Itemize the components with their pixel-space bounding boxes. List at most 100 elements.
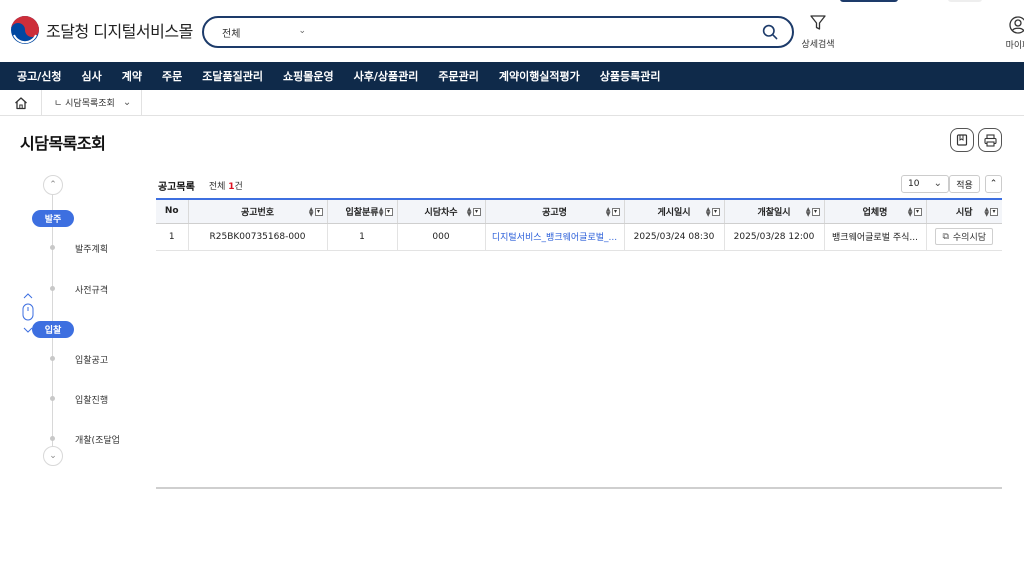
column-header[interactable]: 공고명 ▲ ▼ ▾ xyxy=(485,199,625,224)
page-title: 시담목록조회 xyxy=(20,134,106,153)
sort-filter-control[interactable]: ▲ ▼ ▾ xyxy=(706,207,720,218)
step-up-button[interactable]: ⌃ xyxy=(43,175,63,195)
advanced-search-button[interactable]: 상세검색 xyxy=(800,14,836,50)
step-dot xyxy=(50,286,55,291)
table-header-row: No 공고번호 ▲ ▼ ▾ 입찰분류 ▲ ▼ ▾ 시담차수 ▲ ▼ ▾ 공고명 ▲ ▼ ▾ 게시일시 ▲ ▼… xyxy=(156,199,1002,224)
sort-icon: ▲ ▼ xyxy=(984,206,989,218)
table-bottom-rule xyxy=(156,487,1002,489)
column-header[interactable]: 입찰분류 ▲ ▼ ▾ xyxy=(327,199,398,224)
column-header-label: 업체명 xyxy=(862,207,888,218)
filter-dropdown-icon[interactable]: ▾ xyxy=(611,208,620,216)
nav-item-contract[interactable]: 계약 xyxy=(112,68,152,84)
header: 조달청 디지털서비스몰 전체 ⌄ 상세검색 마이페 xyxy=(0,0,1024,62)
page-size-value: 10 xyxy=(908,179,920,189)
sort-filter-control[interactable]: ▲ ▼ ▾ xyxy=(606,207,620,218)
filter-icon xyxy=(810,15,826,30)
top-pill[interactable] xyxy=(840,0,898,2)
collapse-button[interactable]: ⌃ xyxy=(985,175,1002,193)
column-header-label: 시담 xyxy=(955,207,973,218)
nav-item-performance[interactable]: 계약이행실적평가 xyxy=(489,68,590,84)
column-header-label: No xyxy=(164,206,179,217)
cell-round: 000 xyxy=(397,223,486,251)
nav-item-order[interactable]: 주문 xyxy=(152,68,192,84)
step-item-pre-spec[interactable]: 사전규격 xyxy=(75,283,108,296)
nav-item-aftercare[interactable]: 사후/상품관리 xyxy=(344,68,429,84)
column-header[interactable]: 업체명 ▲ ▼ ▾ xyxy=(824,199,927,224)
nav-item-notice[interactable]: 공고/신청 xyxy=(7,68,72,84)
sort-filter-control[interactable]: ▲ ▼ ▾ xyxy=(908,207,922,218)
notice-name-link[interactable]: 디지털서비스_뱅크웨어글로벌_... xyxy=(485,223,625,251)
chevron-up-icon: ⌃ xyxy=(989,179,998,189)
filter-dropdown-icon[interactable]: ▾ xyxy=(990,208,998,216)
nav-item-mall-ops[interactable]: 쇼핑몰운영 xyxy=(273,68,344,84)
notice-table: No 공고번호 ▲ ▼ ▾ 입찰분류 ▲ ▼ ▾ 시담차수 ▲ ▼ ▾ 공고명 ▲ ▼ ▾ 게시일시 ▲ ▼… xyxy=(156,198,1002,251)
search-bar: 전체 ⌄ xyxy=(202,16,794,48)
sort-filter-control[interactable]: ▲ ▼ ▾ xyxy=(466,206,481,218)
column-header[interactable]: 개찰일시 ▲ ▼ ▾ xyxy=(724,199,825,224)
step-item-bid-notice[interactable]: 입찰공고 xyxy=(75,353,108,366)
brand-name: 조달청 디지털서비스몰 xyxy=(46,22,193,41)
column-header[interactable]: 공고번호 ▲ ▼ ▾ xyxy=(188,199,328,224)
breadcrumb-current[interactable]: ㄴ 시담목록조회 ⌄ xyxy=(42,89,143,116)
filter-dropdown-icon[interactable]: ▾ xyxy=(314,208,323,216)
cell-bid-type: 1 xyxy=(327,223,398,251)
step-item-bid-progress[interactable]: 입찰진행 xyxy=(75,393,108,406)
nav-item-review[interactable]: 심사 xyxy=(72,68,112,84)
column-header-label: 개찰일시 xyxy=(757,207,791,218)
breadcrumb-current-label: ㄴ 시담목록조회 xyxy=(54,99,115,109)
cell-no: 1 xyxy=(156,223,189,251)
step-group-bid[interactable]: 입찰 xyxy=(32,321,74,338)
nav-item-product-reg[interactable]: 상품등록관리 xyxy=(590,68,671,84)
nav-item-order-mgmt[interactable]: 주문관리 xyxy=(428,68,488,84)
print-button[interactable] xyxy=(978,128,1002,152)
column-header[interactable]: 게시일시 ▲ ▼ ▾ xyxy=(624,199,725,224)
bookmark-button[interactable] xyxy=(950,128,974,152)
filter-dropdown-icon[interactable]: ▾ xyxy=(811,208,820,216)
step-group-order[interactable]: 발주 xyxy=(32,210,74,227)
column-header[interactable]: 시담 ▲ ▼ ▾ xyxy=(926,199,1002,224)
page-size-select[interactable]: 10 ⌄ xyxy=(901,175,949,193)
column-header-label: 게시일시 xyxy=(657,207,691,218)
filter-dropdown-icon[interactable]: ▾ xyxy=(472,208,481,216)
step-dot xyxy=(50,396,55,401)
step-dot xyxy=(50,245,55,250)
top-pill-secondary[interactable] xyxy=(948,0,982,2)
table-row[interactable]: 1 R25BK00735168-000 1 000 디지털서비스_뱅크웨어글로벌… xyxy=(156,223,1002,251)
search-category-value: 전체 xyxy=(222,28,241,40)
sort-filter-control[interactable]: ▲ ▼ ▾ xyxy=(379,207,393,218)
sort-filter-control[interactable]: ▲ ▼ ▾ xyxy=(806,207,820,218)
search-category-select[interactable]: 전체 ⌄ xyxy=(204,18,314,46)
sort-filter-control[interactable]: ▲ ▼ ▾ xyxy=(308,206,323,218)
filter-dropdown-icon[interactable]: ▾ xyxy=(711,208,720,216)
filter-dropdown-icon[interactable]: ▾ xyxy=(913,208,922,216)
search-input[interactable] xyxy=(314,18,748,46)
nav-item-quality[interactable]: 조달품질관리 xyxy=(192,68,273,84)
list-header: 공고목록 전체 1건 xyxy=(158,178,243,193)
mypage-button[interactable]: 마이페 xyxy=(998,16,1024,51)
step-item-order-plan[interactable]: 발주계획 xyxy=(75,242,108,255)
negotiation-button[interactable]: ⧉ 수의시담 xyxy=(935,228,994,245)
cell-action: ⧉ 수의시담 xyxy=(926,223,1002,251)
chevron-down-icon: ⌄ xyxy=(298,26,306,36)
sort-icon: ▲ ▼ xyxy=(466,206,472,218)
filter-dropdown-icon[interactable]: ▾ xyxy=(384,208,393,216)
advanced-search-label: 상세검색 xyxy=(801,40,835,50)
chevron-down-icon: ⌄ xyxy=(49,451,57,461)
logo[interactable]: 조달청 디지털서비스몰 xyxy=(10,15,193,45)
column-header[interactable]: 시담차수 ▲ ▼ ▾ xyxy=(397,199,486,224)
bookmark-icon xyxy=(956,134,968,146)
cell-company: 뱅크웨어글로벌 주식... xyxy=(824,223,927,251)
negotiation-button-label: 수의시담 xyxy=(952,233,987,243)
sort-filter-control[interactable]: ▲ ▼ ▾ xyxy=(984,206,998,218)
chevron-down-icon: ⌄ xyxy=(933,178,942,189)
step-down-button[interactable]: ⌄ xyxy=(43,446,63,466)
home-button[interactable] xyxy=(0,89,42,116)
main-nav: 공고/신청 심사 계약 주문 조달품질관리 쇼핑몰운영 사후/상품관리 주문관리… xyxy=(0,62,1024,90)
step-item-opening[interactable]: 개찰(조달업 xyxy=(75,433,120,446)
sort-icon: ▲ ▼ xyxy=(308,206,314,218)
search-button[interactable] xyxy=(748,18,792,46)
chevron-up-icon: ⌃ xyxy=(49,180,57,190)
apply-button[interactable]: 적용 xyxy=(949,175,980,193)
column-header[interactable]: No xyxy=(156,199,189,224)
external-link-icon: ⧉ xyxy=(942,231,949,242)
